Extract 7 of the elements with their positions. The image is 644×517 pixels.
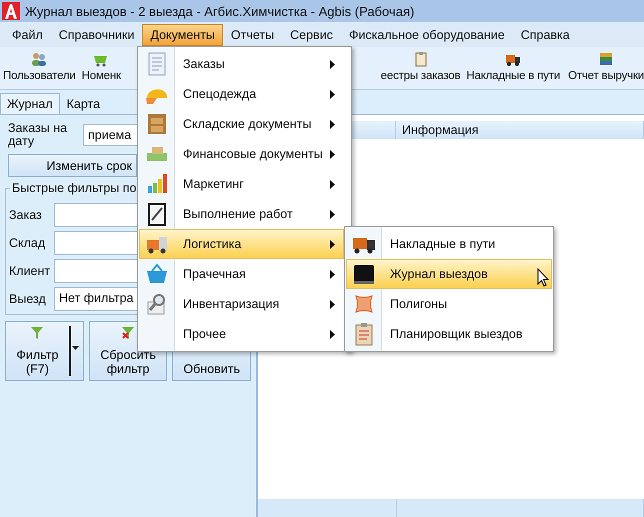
field-label: Клиент	[9, 264, 52, 278]
field-label: Заказы на дату	[7, 122, 68, 148]
field-label: Склад	[9, 236, 46, 250]
window-title: Журнал выездов - 2 выезда - Агбис.Химчистка - Agbis (Рабочая)	[25, 4, 414, 18]
group-title: Быстрые фильтры по	[10, 181, 138, 195]
field-label: Выезд	[9, 292, 47, 306]
field-label: Заказ	[9, 208, 43, 222]
